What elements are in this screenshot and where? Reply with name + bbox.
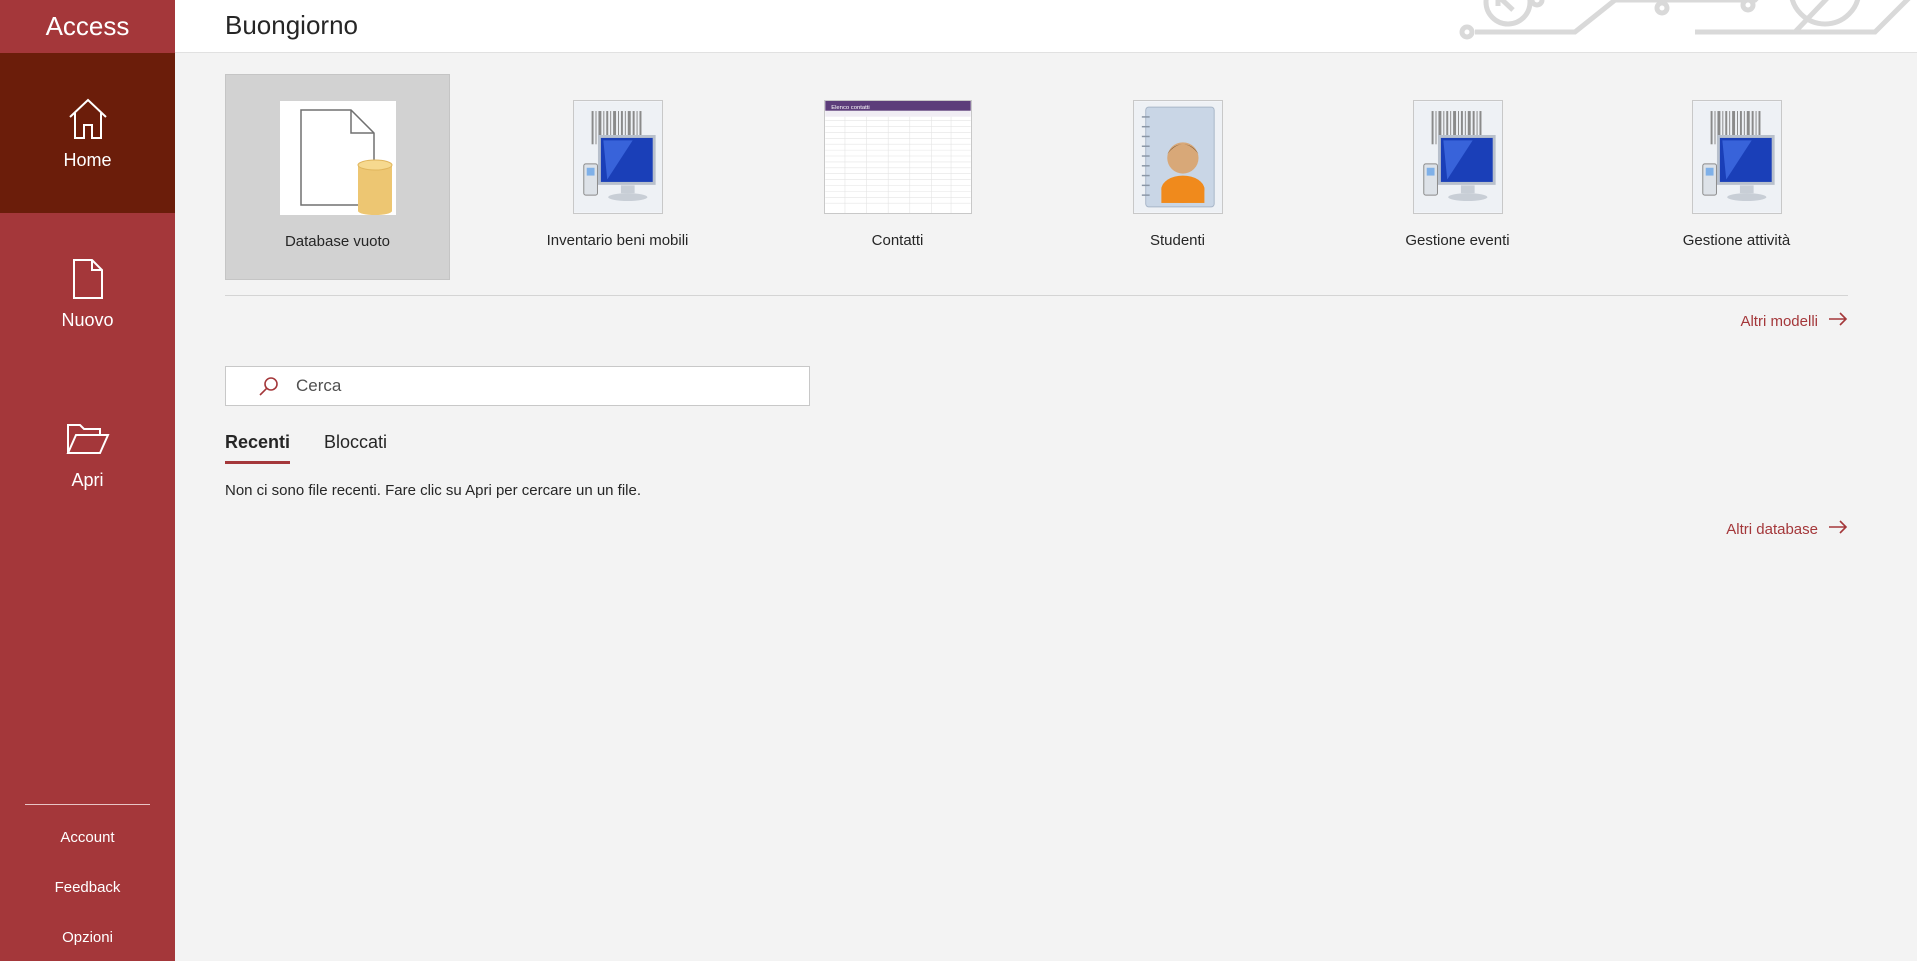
header: Buongiorno [175,0,1917,53]
app-title: Access [45,11,130,41]
templates-divider [225,295,1848,296]
barcode-computer-icon [1691,100,1782,214]
tab-pinned[interactable]: Bloccati [324,432,387,464]
contacts-thumb-title: Elenco contatti [831,105,870,111]
account-link[interactable]: Account [0,829,175,846]
new-document-icon [66,256,110,302]
sidebar-divider [25,804,150,805]
feedback-link[interactable]: Feedback [0,879,175,896]
sidebar: Access Home Nuovo Apri Account Feedback … [0,0,175,961]
recent-empty-message: Non ci sono file recenti. Fare clic su A… [225,482,642,499]
options-link[interactable]: Opzioni [0,929,175,946]
nav-open[interactable]: Apri [0,373,175,533]
barcode-computer-icon [1412,100,1503,214]
template-studenti[interactable]: Studenti [1065,74,1290,280]
template-label: Database vuoto [284,233,391,250]
home-icon [66,96,110,142]
arrow-right-icon [1828,520,1848,538]
template-contatti[interactable]: Elenco contatti Contatti [785,74,1010,280]
nav-new[interactable]: Nuovo [0,213,175,373]
template-label: Gestione eventi [1405,232,1510,249]
nav-home[interactable]: Home [0,53,175,213]
circuit-decoration [1459,0,1911,40]
arrow-right-icon [1828,312,1848,330]
tab-recent[interactable]: Recenti [225,432,291,464]
nav-new-label: Nuovo [61,309,114,330]
file-tabs: Recenti Bloccati [225,432,387,464]
nav-home-label: Home [63,149,112,170]
template-gestione-eventi[interactable]: Gestione eventi [1345,74,1570,280]
template-label: Gestione attività [1682,232,1791,249]
template-label: Contatti [871,232,924,249]
more-templates-link[interactable]: Altri modelli [1740,312,1848,330]
more-databases-link[interactable]: Altri database [1726,520,1848,538]
template-label: Studenti [1149,232,1206,249]
template-label: Inventario beni mobili [546,232,689,249]
search-input[interactable] [296,376,776,396]
page-title: Buongiorno [225,10,358,40]
more-templates-label: Altri modelli [1740,312,1818,330]
nav-open-label: Apri [71,469,104,490]
search-box [225,366,810,406]
open-folder-icon [65,416,110,462]
template-inventario[interactable]: Inventario beni mobili [505,74,730,280]
template-gallery: Database vuoto Inventario beni mobili El… [225,74,1848,280]
more-databases-label: Altri database [1726,520,1818,538]
barcode-computer-icon [572,100,663,214]
search-icon [258,375,280,397]
student-notebook-icon [1132,100,1223,214]
blank-database-icon [279,101,396,215]
template-gestione-attivita[interactable]: Gestione attività [1624,74,1849,280]
template-blank-database[interactable]: Database vuoto [225,74,450,280]
contacts-table-icon: Elenco contatti [823,100,972,214]
